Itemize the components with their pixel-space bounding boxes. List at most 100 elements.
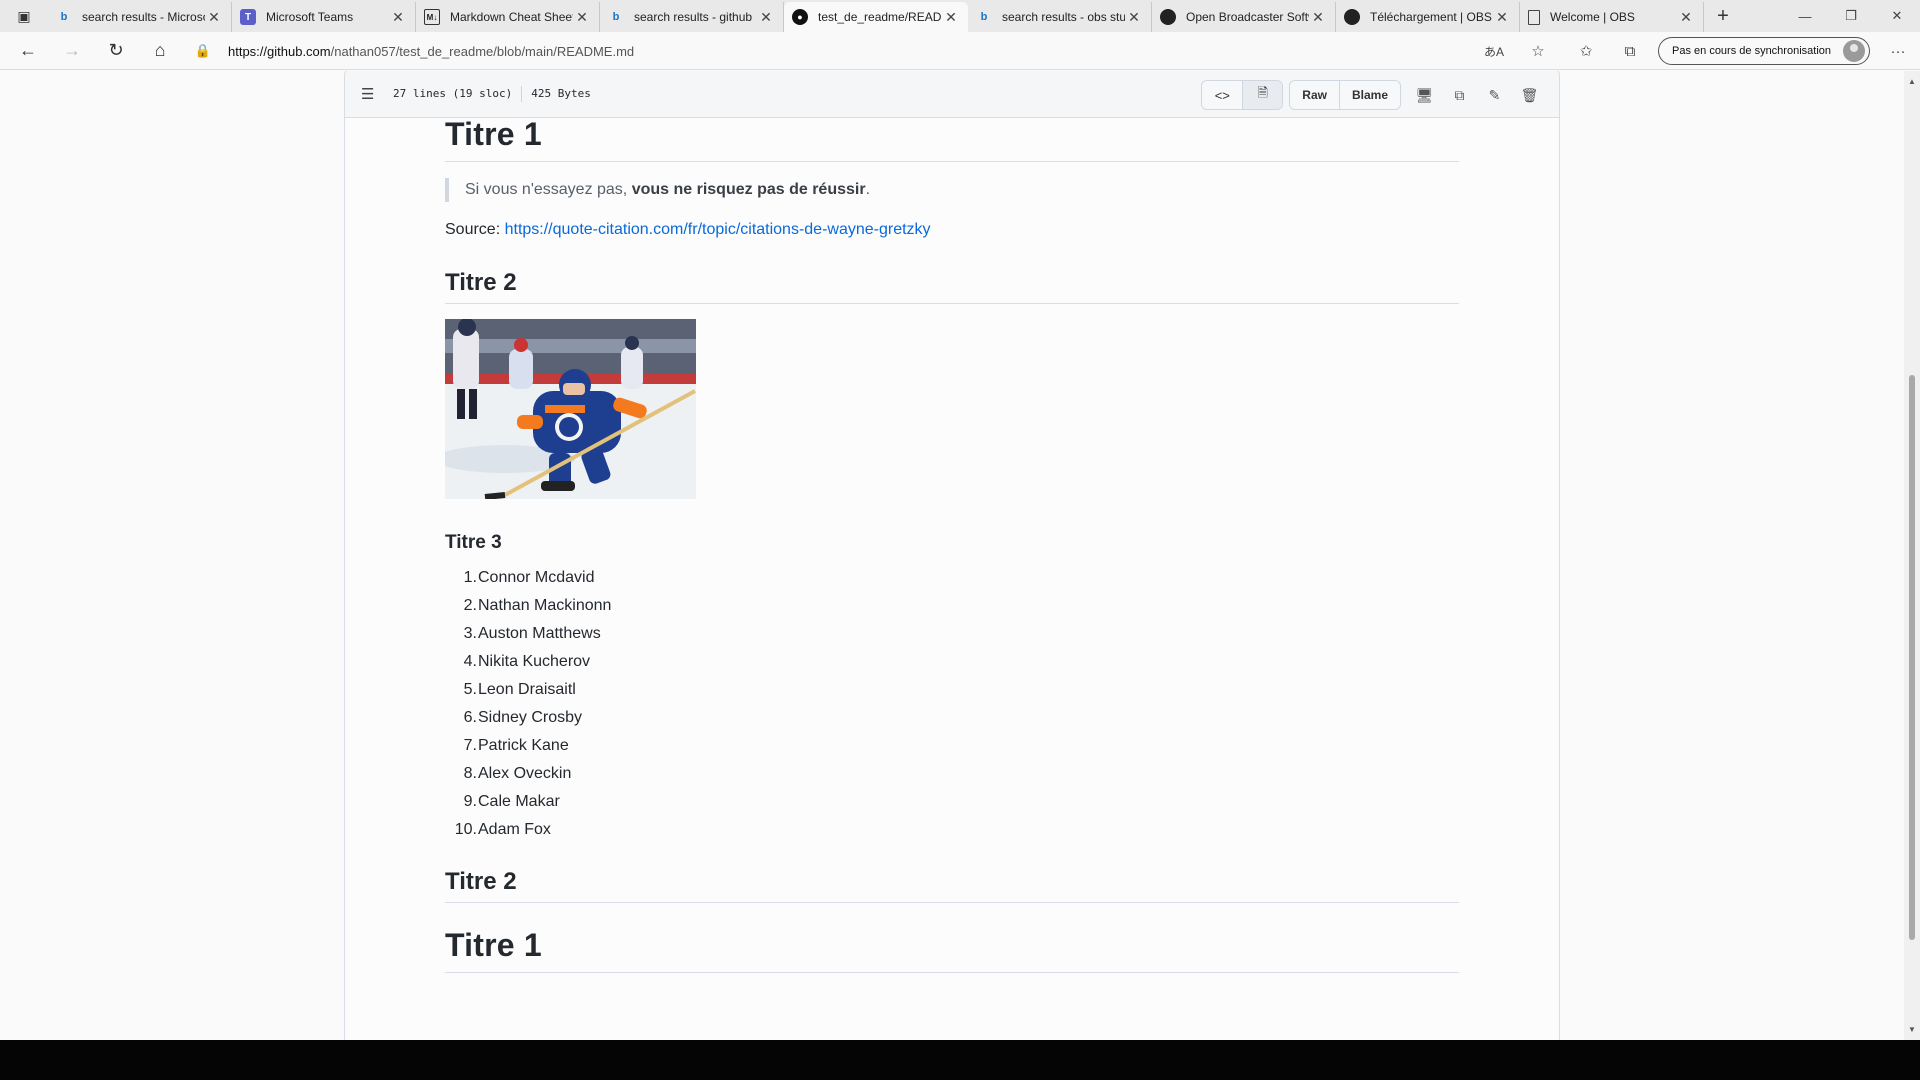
list-number: 7. <box>463 737 477 754</box>
tab-2[interactable]: M↓ Markdown Cheat Sheet ✕ <box>416 2 600 32</box>
list-number: 1. <box>463 569 477 586</box>
minimize-icon[interactable]: — <box>1782 0 1828 32</box>
blockquote: Si vous n'essayez pas, vous ne risquez p… <box>445 178 1459 202</box>
tab-7[interactable]: Téléchargement | OBS ✕ <box>1336 2 1520 32</box>
desktop-icon[interactable]: 🖥 <box>1407 81 1442 109</box>
quote-end: . <box>865 181 871 198</box>
restore-icon[interactable]: ❐ <box>1828 0 1874 32</box>
tab-6[interactable]: Open Broadcaster Software ✕ <box>1152 2 1336 32</box>
url-domain: https://github.com <box>228 43 331 59</box>
close-icon[interactable]: ✕ <box>1125 9 1143 26</box>
favorites-icon[interactable]: ✩ <box>1564 32 1608 70</box>
close-icon[interactable]: ✕ <box>757 9 775 26</box>
quote-text: Si vous n'essayez pas, <box>465 181 632 198</box>
heading-h2: Titre 2 <box>445 868 1459 903</box>
list-item: 4. Nikita Kucherov <box>445 648 1459 676</box>
address-bar[interactable]: 🔒 https://github.com/nathan057/test_de_r… <box>188 37 1488 65</box>
preview-icon[interactable]: 🗎 <box>1242 81 1283 109</box>
file-size-info: 425 Bytes <box>531 87 591 100</box>
close-window-icon[interactable]: ✕ <box>1874 0 1920 32</box>
close-icon[interactable]: ✕ <box>389 9 407 26</box>
tab-title: Microsoft Teams <box>266 10 354 24</box>
heading-h1: Titre 1 <box>445 116 1459 162</box>
sync-label: Pas en cours de synchronisation <box>1672 45 1831 57</box>
close-icon[interactable]: ✕ <box>1493 9 1511 26</box>
more-icon[interactable]: ··· <box>1876 32 1920 70</box>
raw-button[interactable]: Raw <box>1290 81 1339 109</box>
obs-icon <box>1160 9 1176 25</box>
url-path: /nathan057/test_de_readme/blob/main/READ… <box>330 43 635 59</box>
add-favorite-icon[interactable]: ☆ <box>1516 32 1560 70</box>
list-text: Leon Draisaitl <box>478 681 576 698</box>
source-label: Source: <box>445 221 505 238</box>
code-view-icon[interactable]: <> <box>1202 81 1243 109</box>
table-of-contents-icon[interactable]: ☰ <box>361 85 381 103</box>
profile-sync-button[interactable]: Pas en cours de synchronisation <box>1658 37 1870 65</box>
list-item: 9. Cale Makar <box>445 788 1459 816</box>
players-list: 1. Connor Mcdavid 2. Nathan Mackinonn 3. Au… <box>445 564 1459 844</box>
list-item: 3. Auston Matthews <box>445 620 1459 648</box>
translate-icon[interactable]: あA <box>1472 32 1516 70</box>
vertical-scrollbar[interactable]: ▲ ▼ <box>1904 71 1920 1040</box>
home-icon[interactable]: ⌂ <box>138 32 182 70</box>
tab-4[interactable]: ● test_de_readme/README.md ✕ <box>784 2 968 32</box>
lock-icon[interactable]: 🔒 <box>188 43 218 59</box>
tab-title: search results - Microsoft <box>82 10 205 24</box>
list-text: Auston Matthews <box>478 625 601 642</box>
list-number: 6. <box>463 709 477 726</box>
page-icon <box>1528 9 1540 25</box>
new-tab-button[interactable]: + <box>1708 5 1738 28</box>
list-number: 9. <box>463 793 477 810</box>
list-text: Cale Makar <box>478 793 560 810</box>
source-link[interactable]: https://quote-citation.com/fr/topic/cita… <box>505 221 931 238</box>
tab-strip: ▣ b search results - Microsoft ✕ T Micro… <box>0 0 1920 32</box>
back-icon[interactable]: ← <box>6 32 50 70</box>
blame-button[interactable]: Blame <box>1338 81 1400 109</box>
avatar <box>1843 40 1865 62</box>
scrollbar-thumb[interactable] <box>1909 375 1915 940</box>
refresh-icon[interactable]: ↻ <box>94 32 138 70</box>
tab-1[interactable]: T Microsoft Teams ✕ <box>232 2 416 32</box>
teams-icon: T <box>240 9 256 25</box>
tab-title: Markdown Cheat Sheet <box>450 10 573 24</box>
scroll-down-icon[interactable]: ▼ <box>1908 1025 1916 1034</box>
close-icon[interactable]: ✕ <box>205 9 223 26</box>
close-icon[interactable]: ✕ <box>1677 9 1695 26</box>
copy-icon[interactable]: ⧉ <box>1442 81 1477 109</box>
tab-3[interactable]: b search results - github ✕ <box>600 2 784 32</box>
heading-h2: Titre 2 <box>445 269 1459 304</box>
edit-pencil-icon[interactable]: ✎ <box>1477 81 1512 109</box>
tab-actions-icon[interactable]: ▣ <box>0 0 48 32</box>
delete-trash-icon[interactable]: 🗑 <box>1512 81 1547 109</box>
tab-title: Téléchargement | OBS <box>1370 10 1492 24</box>
list-item: 8. Alex Oveckin <box>445 760 1459 788</box>
markdown-icon: M↓ <box>424 9 440 25</box>
tab-title: search results - github <box>634 10 753 24</box>
list-text: Nikita Kucherov <box>478 653 591 670</box>
list-text: Adam Fox <box>478 821 551 838</box>
list-number: 3. <box>463 625 477 642</box>
hockey-image-svg <box>445 319 696 499</box>
tab-0[interactable]: b search results - Microsoft ✕ <box>48 2 232 32</box>
collections-icon[interactable]: ⧉ <box>1608 32 1652 70</box>
close-icon[interactable]: ✕ <box>942 9 960 26</box>
close-icon[interactable]: ✕ <box>573 9 591 26</box>
list-item: 2. Nathan Mackinonn <box>445 592 1459 620</box>
close-icon[interactable]: ✕ <box>1309 9 1327 26</box>
taskbar-strip <box>0 1040 1920 1080</box>
file-header: ☰ 27 lines (19 sloc) 425 Bytes <> 🗎 Raw … <box>345 71 1559 118</box>
tab-5[interactable]: b search results - obs studio ✕ <box>968 2 1152 32</box>
forward-icon[interactable]: → <box>50 32 94 70</box>
scroll-up-icon[interactable]: ▲ <box>1908 77 1916 86</box>
list-text: Sidney Crosby <box>478 709 583 726</box>
file-box: ☰ 27 lines (19 sloc) 425 Bytes <> 🗎 Raw … <box>344 71 1560 1040</box>
github-icon: ● <box>792 9 808 25</box>
tab-8[interactable]: Welcome | OBS ✕ <box>1520 2 1704 32</box>
quote-bold: vous ne risquez pas de réussir <box>631 181 866 198</box>
list-number: 8. <box>463 765 477 782</box>
tab-title: Welcome | OBS <box>1550 10 1635 24</box>
list-text: Alex Oveckin <box>478 765 572 782</box>
page-viewport: ☰ 27 lines (19 sloc) 425 Bytes <> 🗎 Raw … <box>0 71 1904 1040</box>
url-text[interactable]: https://github.com/nathan057/test_de_rea… <box>218 44 634 59</box>
list-item: 7. Patrick Kane <box>445 732 1459 760</box>
